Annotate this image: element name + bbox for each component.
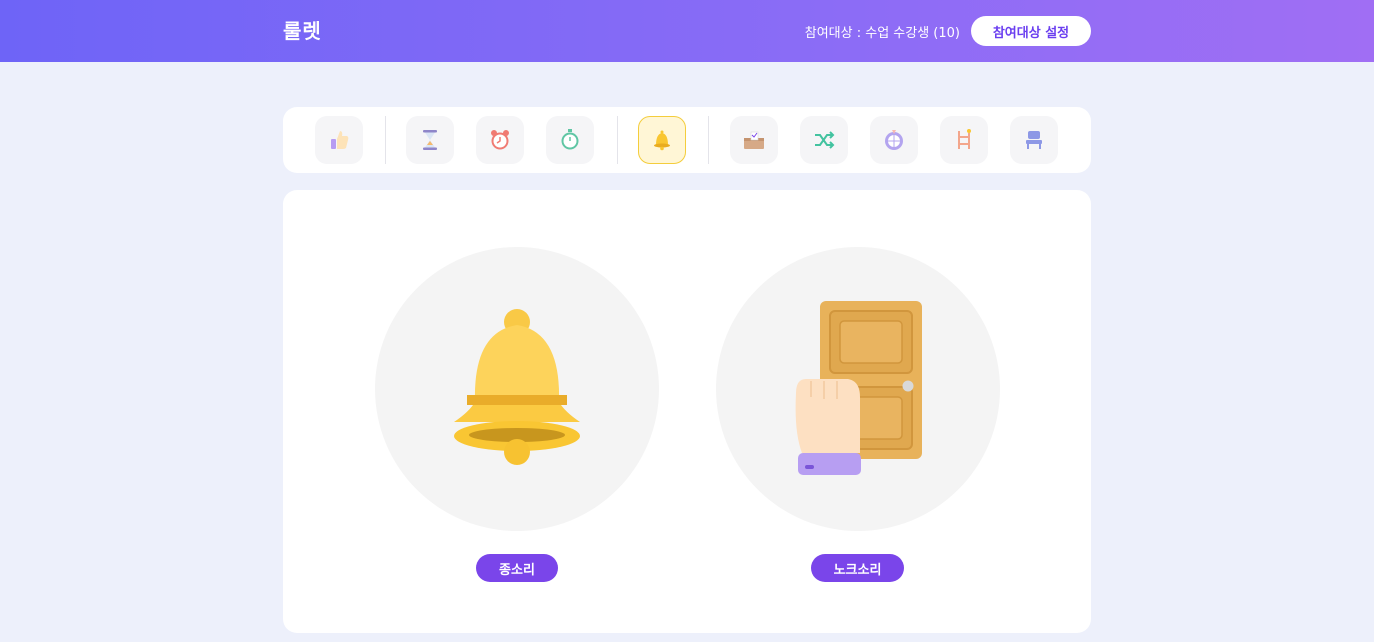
thumbs-up-icon xyxy=(331,131,349,149)
seat-tool[interactable] xyxy=(1010,116,1058,164)
seat-icon xyxy=(1026,131,1042,149)
hourglass-icon xyxy=(423,130,437,150)
hourglass-tool[interactable] xyxy=(406,116,454,164)
knock-sound-card[interactable] xyxy=(716,247,1000,531)
ladder-tool[interactable] xyxy=(940,116,988,164)
toolbar-divider xyxy=(385,116,386,164)
participants-label: 참여대상 : 수업 수강생 (10) xyxy=(804,26,960,41)
bell-icon xyxy=(454,309,580,465)
toolbar-divider xyxy=(617,116,618,164)
bell-tool[interactable] xyxy=(638,116,686,164)
door-knock-icon xyxy=(795,301,922,475)
ballot-box-tool[interactable] xyxy=(730,116,778,164)
participant-settings-button[interactable]: 참여대상 설정 xyxy=(971,16,1091,46)
bell-icon xyxy=(654,130,670,151)
app-title: 룰렛 xyxy=(283,19,322,43)
stopwatch-tool[interactable] xyxy=(546,116,594,164)
ballot-box-icon xyxy=(744,131,764,149)
thumbs-up-tool[interactable] xyxy=(315,116,363,164)
alarm-clock-icon xyxy=(491,130,509,150)
top-header: 룰렛 참여대상 : 수업 수강생 (10) 참여대상 설정 xyxy=(0,0,1374,62)
shuffle-icon xyxy=(815,131,835,149)
ladder-icon xyxy=(958,129,971,149)
alarm-clock-tool[interactable] xyxy=(476,116,524,164)
tool-toolbar xyxy=(283,107,1091,173)
toolbar-divider xyxy=(708,116,709,164)
stopwatch-icon xyxy=(561,129,579,150)
bell-sound-button[interactable]: 종소리 xyxy=(476,554,558,582)
knock-sound-button[interactable]: 노크소리 xyxy=(811,554,904,582)
shuffle-tool[interactable] xyxy=(800,116,848,164)
sound-panel: 종소리 노크소리 xyxy=(283,190,1091,633)
bell-sound-card[interactable] xyxy=(375,247,659,531)
roulette-icon xyxy=(885,130,903,150)
roulette-tool[interactable] xyxy=(870,116,918,164)
